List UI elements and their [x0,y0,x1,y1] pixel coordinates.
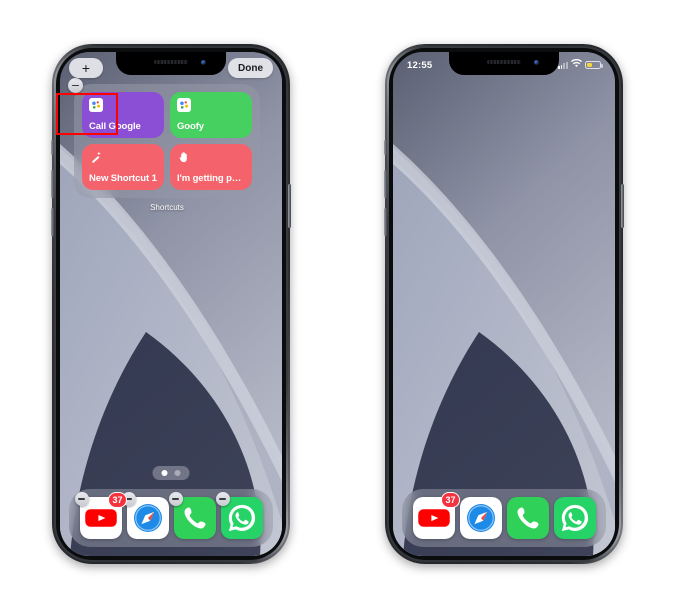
raised-hand-icon [177,150,191,164]
dock-app-safari[interactable] [121,492,169,539]
magic-wand-icon [89,150,103,164]
silent-switch[interactable] [384,140,387,155]
widget-name-label: Shortcuts [150,203,184,212]
earpiece-speaker-icon [154,60,188,64]
shortcut-tile-label: I'm getting pul... [177,173,245,184]
dock: 37 [402,489,606,547]
silent-switch[interactable] [51,140,54,155]
add-widget-button[interactable]: + [69,58,103,78]
page-dot-active[interactable] [161,470,168,476]
shortcut-tile[interactable]: Call Google [82,92,164,138]
status-bar-indicators [557,58,603,71]
phone-left-screen: + Done Call Google Goofy New Shortcut 1 … [60,52,282,556]
phone-right-normal-mode: 12:55 37 [384,44,624,564]
power-button[interactable] [621,184,624,228]
dock-app-youtube[interactable]: 37 [74,492,127,539]
battery-low-power-icon [585,61,603,69]
done-button[interactable]: Done [228,58,273,78]
volume-up-button[interactable] [384,170,387,198]
shortcut-tile[interactable]: Goofy [170,92,252,138]
notch [116,52,226,75]
status-bar-time: 12:55 [407,59,433,71]
earpiece-speaker-icon [487,60,521,64]
shortcut-tiles: Call Google Goofy New Shortcut 1 I'm get… [82,92,252,190]
volume-down-button[interactable] [51,208,54,236]
google-assistant-icon [177,98,191,112]
notification-badge: 37 [441,492,460,508]
volume-up-button[interactable] [51,170,54,198]
remove-widget-badge-icon[interactable] [68,78,83,93]
shortcuts-widget-container[interactable]: Call Google Goofy New Shortcut 1 I'm get… [68,78,260,212]
phone-right-screen: 12:55 37 [393,52,615,556]
remove-app-badge-icon[interactable] [74,492,89,506]
google-assistant-icon [89,98,103,112]
phone-left-edit-mode: + Done Call Google Goofy New Shortcut 1 … [51,44,291,564]
remove-app-badge-icon[interactable] [168,492,183,506]
notification-badge: 37 [108,492,127,508]
front-camera-icon [534,60,539,65]
shortcut-tile[interactable]: I'm getting pul... [170,144,252,190]
power-button[interactable] [288,184,291,228]
shortcut-tile-label: Call Google [89,121,141,132]
dock-app-whatsapp[interactable] [553,497,596,539]
shortcut-tile-label: Goofy [177,121,204,132]
page-dot[interactable] [174,470,181,476]
dock-app-whatsapp[interactable] [215,492,263,539]
remove-app-badge-icon[interactable] [215,492,230,506]
wallpaper [393,52,615,556]
front-camera-icon [201,60,206,65]
whatsapp-icon [553,497,596,539]
dock-app-youtube[interactable]: 37 [412,492,460,539]
page-indicator[interactable] [152,466,190,480]
phone-icon [506,497,549,539]
wifi-icon [571,58,582,71]
dock-app-phone[interactable] [506,497,549,539]
signal-bars-icon [557,61,568,69]
notch [449,52,559,75]
safari-icon [459,497,502,539]
dock-app-safari[interactable] [459,497,502,539]
volume-down-button[interactable] [384,208,387,236]
dock: 37 [69,489,273,547]
shortcut-tile-label: New Shortcut 1 [89,173,157,184]
screenshot-stage: + Done Call Google Goofy New Shortcut 1 … [0,0,675,616]
dock-app-phone[interactable] [168,492,216,539]
shortcut-tile[interactable]: New Shortcut 1 [82,144,164,190]
shortcuts-widget[interactable]: Call Google Goofy New Shortcut 1 I'm get… [68,78,260,198]
